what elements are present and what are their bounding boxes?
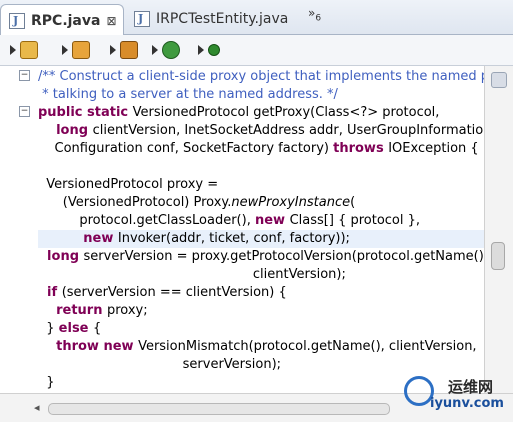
- arrow-right-icon: [198, 45, 204, 55]
- toolbar-button-5[interactable]: [198, 42, 220, 58]
- code-line[interactable]: public static VersionedProtocol getProxy…: [38, 104, 439, 122]
- class-icon: [20, 41, 38, 59]
- code-line[interactable]: if (serverVersion == clientVersion) {: [38, 284, 287, 302]
- code-line[interactable]: }: [38, 374, 55, 392]
- code-token: Configuration conf, SocketFactory factor…: [38, 141, 334, 156]
- code-token: clientVersion);: [38, 267, 346, 282]
- toolbar-button-3[interactable]: [110, 41, 138, 59]
- toolbar-button-2[interactable]: [62, 41, 90, 59]
- tab-rpc-java[interactable]: RPC.java ⊠: [0, 4, 124, 36]
- refresh-icon: [162, 41, 180, 59]
- code-token: object that implements the named protoco…: [250, 69, 485, 84]
- code-token: if: [38, 285, 62, 300]
- code-line[interactable]: serverVersion);: [38, 356, 281, 374]
- code-token: long: [38, 249, 84, 264]
- code-line[interactable]: VersionedProtocol proxy =: [38, 176, 218, 194]
- code-line[interactable]: * talking to a server at the named addre…: [38, 86, 338, 104]
- code-token: return: [38, 303, 107, 318]
- code-token: else: [58, 321, 94, 336]
- grid-icon: [120, 41, 138, 59]
- code-line[interactable]: clientVersion);: [38, 266, 346, 284]
- fold-collapse-icon[interactable]: −: [19, 106, 30, 117]
- code-line[interactable]: long serverVersion = proxy.getProtocolVe…: [38, 248, 485, 266]
- code-token: serverVersion = proxy.getProtocolVersion…: [83, 249, 485, 264]
- code-line[interactable]: /** Construct a client-side proxy object…: [38, 68, 485, 86]
- code-token: VersionedProtocol getProxy(Class<?> prot…: [132, 105, 440, 120]
- code-token: proxy: [209, 69, 247, 84]
- toolbar-button-4[interactable]: [152, 41, 180, 59]
- code-token: public static: [38, 105, 133, 120]
- method-icon: [72, 41, 90, 59]
- editor-gutter: − −: [0, 66, 36, 393]
- code-token: }: [38, 321, 59, 336]
- scroll-left-icon[interactable]: ◂: [34, 401, 40, 414]
- code-token: serverVersion);: [38, 357, 282, 372]
- static-method-icon: [208, 44, 220, 56]
- arrow-right-icon: [152, 45, 158, 55]
- code-token: }: [38, 375, 55, 390]
- code-token: new: [38, 231, 118, 246]
- code-area[interactable]: /** Construct a client-side proxy object…: [38, 66, 485, 393]
- close-tab-icon[interactable]: ⊠: [106, 14, 116, 28]
- editor-toolbar: [0, 35, 513, 66]
- arrow-right-icon: [62, 45, 68, 55]
- code-token: (VersionedProtocol) Proxy.: [38, 195, 232, 210]
- code-token: /** Construct a client-side: [38, 69, 210, 84]
- code-token: VersionMismatch(protocol.getName(), clie…: [138, 339, 477, 354]
- code-token: throw new: [38, 339, 139, 354]
- outline-icon: [491, 72, 507, 88]
- code-line[interactable]: throw new VersionMismatch(protocol.getNa…: [38, 338, 477, 356]
- editor-tab-bar: RPC.java ⊠ IRPCTestEntity.java »6: [0, 0, 513, 36]
- code-token: long: [38, 123, 93, 138]
- watermark-text: 运维网: [448, 378, 494, 396]
- code-line[interactable]: long clientVersion, InetSocketAddress ad…: [38, 122, 485, 140]
- code-token: {: [93, 321, 102, 336]
- tab-label: IRPCTestEntity.java: [156, 11, 289, 27]
- code-token: clientVersion, InetSocketAddress addr, U…: [92, 123, 485, 138]
- code-token: VersionedProtocol proxy =: [38, 177, 219, 192]
- code-token: Invoker: [117, 231, 167, 246]
- code-token: throws: [333, 141, 389, 156]
- code-line[interactable]: } else {: [38, 320, 101, 338]
- code-token: * talking to a server at the named addre…: [38, 87, 338, 102]
- code-token: (: [350, 195, 356, 210]
- watermark-url: iyunv.com: [430, 396, 504, 411]
- scrollbar-track[interactable]: [48, 403, 390, 415]
- code-line[interactable]: new Invoker(addr, ticket, conf, factory)…: [38, 230, 350, 248]
- code-token: newProxyInstance: [231, 195, 351, 210]
- vertical-scrollbar[interactable]: [484, 66, 513, 393]
- code-token: proxy;: [107, 303, 148, 318]
- code-line[interactable]: Configuration conf, SocketFactory factor…: [38, 140, 479, 158]
- code-token: Class[] { protocol },: [289, 213, 421, 228]
- code-token: (serverVersion == clientVersion) {: [61, 285, 287, 300]
- code-line[interactable]: protocol.getClassLoader(), new Class[] {…: [38, 212, 420, 230]
- watermark-logo: 运维网 iyunv.com: [400, 370, 513, 421]
- code-token: (addr, ticket, conf, factory));: [166, 231, 350, 246]
- fold-collapse-icon[interactable]: −: [19, 70, 30, 81]
- code-token: IOException {: [388, 141, 479, 156]
- arrow-right-icon: [10, 45, 16, 55]
- arrow-right-icon: [110, 45, 116, 55]
- tab-irpctestentity-java[interactable]: IRPCTestEntity.java: [126, 4, 304, 34]
- scrollbar-thumb[interactable]: [491, 242, 505, 270]
- code-line[interactable]: (VersionedProtocol) Proxy.newProxyInstan…: [38, 194, 355, 212]
- java-file-icon: [9, 12, 25, 29]
- tab-overflow-button[interactable]: »6: [308, 6, 321, 23]
- code-token: new: [254, 213, 290, 228]
- java-file-icon: [134, 11, 150, 27]
- toolbar-button-1[interactable]: [10, 41, 38, 59]
- code-token: protocol.getClassLoader(),: [38, 213, 255, 228]
- code-editor[interactable]: − − /** Construct a client-side proxy ob…: [0, 66, 513, 393]
- tab-label: RPC.java: [31, 12, 101, 29]
- code-line[interactable]: return proxy;: [38, 302, 148, 320]
